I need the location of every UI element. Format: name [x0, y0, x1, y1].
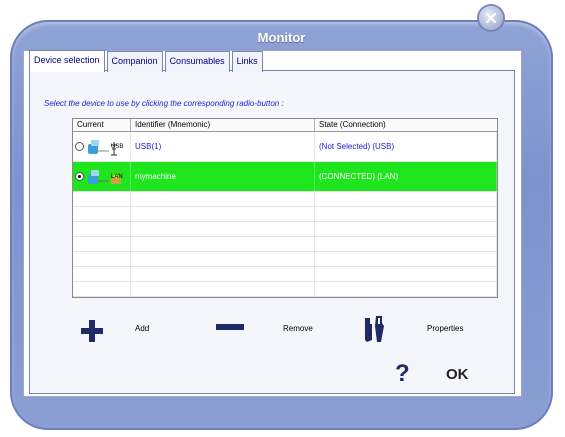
table-row[interactable]: LAN mymachine (CONNECTED) (LAN): [73, 162, 497, 192]
table-row-empty: [73, 207, 497, 222]
identifier-cell: USB(1): [131, 132, 315, 161]
device-radio-lan[interactable]: [75, 172, 84, 181]
instruction-text: Select the device to use by clicking the…: [44, 99, 284, 108]
properties-icon[interactable]: [361, 314, 387, 344]
remove-icon[interactable]: [216, 322, 244, 332]
device-radio-usb[interactable]: [75, 142, 84, 151]
table-row[interactable]: USB USB(1) (Not Selected) (USB): [73, 132, 497, 162]
close-button[interactable]: [479, 6, 503, 30]
column-header-identifier: Identifier (Mnemonic): [131, 119, 315, 131]
state-cell: (Not Selected) (USB): [315, 132, 497, 161]
remove-button-label[interactable]: Remove: [283, 324, 313, 333]
tab-consumables[interactable]: Consumables: [164, 51, 230, 72]
column-header-state: State (Connection): [319, 120, 386, 129]
column-header-current: Current: [73, 119, 131, 131]
state-cell: (CONNECTED) (LAN): [315, 162, 497, 191]
connection-type-label: LAN: [111, 174, 123, 180]
add-icon[interactable]: [79, 318, 105, 344]
help-button[interactable]: ?: [395, 360, 410, 388]
table-row-empty: [73, 222, 497, 237]
table-row-empty: [73, 237, 497, 252]
identifier-cell: mymachine: [131, 162, 315, 191]
table-row-empty: [73, 267, 497, 282]
ok-button[interactable]: OK: [446, 366, 469, 383]
tab-companion[interactable]: Companion: [106, 51, 163, 72]
table-row-empty: [73, 282, 497, 297]
tab-device-selection[interactable]: Device selection: [29, 50, 105, 72]
tab-bar: Device selection Companion Consumables L…: [29, 50, 265, 72]
current-cell: LAN: [73, 162, 131, 191]
table-header: Current Identifier (Mnemonic) State (Con…: [73, 119, 497, 132]
current-cell: USB: [73, 132, 131, 161]
connection-type-label: USB: [111, 144, 124, 150]
close-icon: [485, 12, 497, 24]
tab-links[interactable]: Links: [231, 51, 263, 72]
device-table: Current Identifier (Mnemonic) State (Con…: [72, 118, 498, 298]
properties-button-label[interactable]: Properties: [427, 324, 463, 333]
window-title: Monitor: [257, 30, 306, 45]
table-row-empty: [73, 252, 497, 267]
table-row-empty: [73, 192, 497, 207]
add-button-label[interactable]: Add: [135, 324, 149, 333]
